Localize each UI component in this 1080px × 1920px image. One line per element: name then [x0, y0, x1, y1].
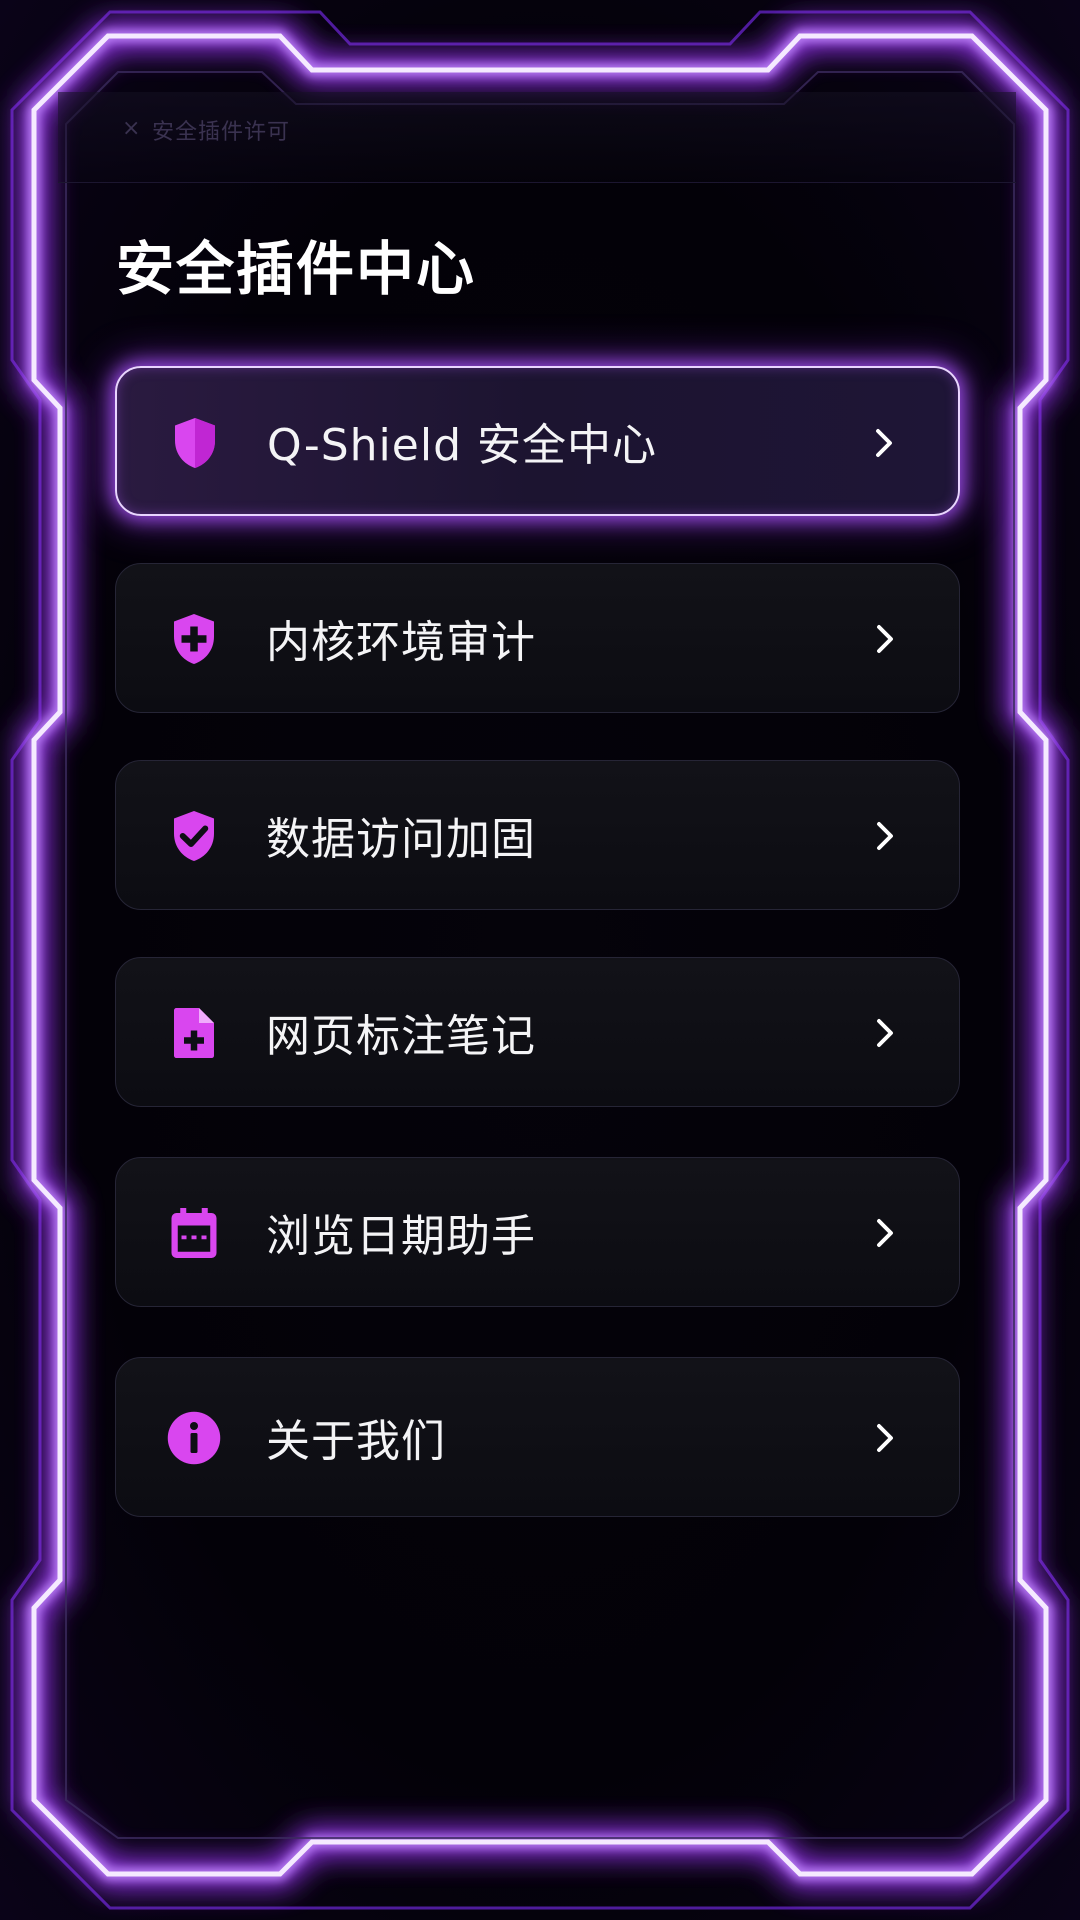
menu-item-label: Q-Shield 安全中心: [267, 420, 657, 471]
menu-item-web-notes[interactable]: 网页标注笔记: [115, 957, 960, 1107]
menu-item-about-us[interactable]: 关于我们: [115, 1357, 960, 1517]
menu-item-label: 网页标注笔记: [266, 1011, 536, 1062]
menu-item-label: 浏览日期助手: [266, 1211, 536, 1262]
chevron-right-icon: [877, 1019, 893, 1047]
chevron-right-icon: [876, 429, 892, 457]
info-icon: [167, 1411, 221, 1465]
page-title: 安全插件中心: [116, 235, 477, 303]
chevron-right-icon: [877, 625, 893, 653]
top-bar: × 安全插件许可: [58, 92, 1016, 183]
menu-item-date-helper[interactable]: 浏览日期助手: [115, 1157, 960, 1307]
chevron-right-icon: [877, 1424, 893, 1452]
top-bar-title: 安全插件许可: [152, 120, 291, 145]
menu-item-label: 内核环境审计: [266, 617, 536, 668]
file-plus-icon: [174, 1008, 214, 1058]
shield-plus-icon: [174, 614, 214, 664]
shield-icon: [175, 418, 215, 468]
chevron-right-icon: [877, 822, 893, 850]
calendar-icon: [171, 1208, 217, 1258]
close-icon[interactable]: ×: [122, 116, 140, 141]
app-screen: × 安全插件许可 安全插件中心 Q-Shield 安全中心 内核环境审计 数据访…: [0, 0, 1080, 1920]
shield-check-icon: [174, 811, 214, 861]
chevron-right-icon: [877, 1219, 893, 1247]
menu-item-kernel-audit[interactable]: 内核环境审计: [115, 563, 960, 713]
menu-item-q-shield[interactable]: Q-Shield 安全中心: [115, 366, 960, 516]
menu-item-data-access[interactable]: 数据访问加固: [115, 760, 960, 910]
menu-item-label: 关于我们: [266, 1416, 446, 1467]
menu-item-label: 数据访问加固: [266, 814, 536, 865]
